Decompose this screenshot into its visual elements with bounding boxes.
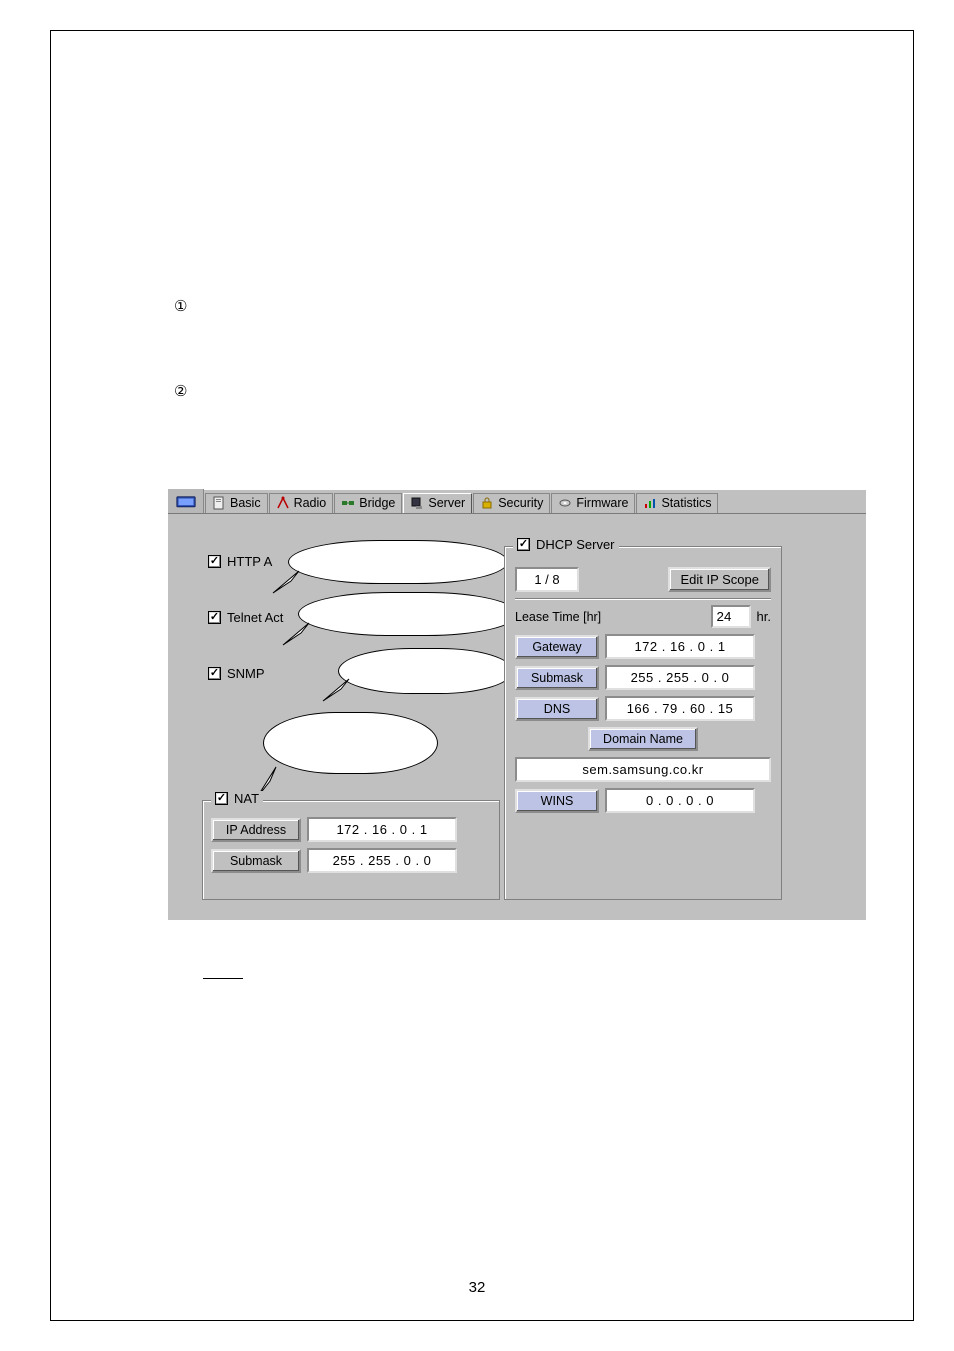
dhcp-legend-checkbox[interactable]: DHCP Server: [513, 537, 619, 552]
checkbox-icon: [215, 792, 228, 805]
dhcp-submask-button[interactable]: Submask: [515, 666, 599, 690]
tab-security[interactable]: Security: [473, 493, 550, 513]
page-number: 32: [469, 1279, 486, 1296]
nat-label: NAT: [234, 791, 259, 806]
dhcp-submask-value[interactable]: 255 . 255 . 0 . 0: [605, 665, 755, 690]
gateway-value[interactable]: 172 . 16 . 0 . 1: [605, 634, 755, 659]
tab-label: Server: [428, 496, 465, 510]
bars-icon: [643, 496, 657, 510]
nat-legend-checkbox[interactable]: NAT: [211, 791, 263, 806]
tab-server[interactable]: Server: [403, 493, 472, 513]
snmp-checkbox[interactable]: SNMP: [208, 666, 265, 681]
toolbar-app-icon[interactable]: [168, 489, 204, 513]
checkbox-icon: [208, 555, 221, 568]
marker-1: ①: [174, 297, 187, 315]
callout-nat: [263, 712, 438, 774]
tab-label: Radio: [294, 496, 327, 510]
nat-ip-value[interactable]: 172 . 16 . 0 . 1: [307, 817, 457, 842]
http-active-checkbox[interactable]: HTTP A: [208, 554, 272, 569]
checkbox-icon: [208, 667, 221, 680]
nat-submask-label-button[interactable]: Submask: [211, 849, 301, 873]
lock-icon: [480, 496, 494, 510]
antenna-icon: [276, 496, 290, 510]
gateway-button[interactable]: Gateway: [515, 635, 599, 659]
lease-time-unit: hr.: [757, 609, 771, 624]
callout-telnet: [298, 592, 518, 636]
nat-submask-value[interactable]: 255 . 255 . 0 . 0: [307, 848, 457, 873]
disk-icon: [558, 496, 572, 510]
edit-ip-scope-button[interactable]: Edit IP Scope: [668, 567, 771, 592]
dns-button[interactable]: DNS: [515, 697, 599, 721]
wins-button[interactable]: WINS: [515, 789, 599, 813]
server-icon: [410, 496, 424, 510]
tab-statistics[interactable]: Statistics: [636, 493, 718, 513]
tab-bridge[interactable]: Bridge: [334, 493, 402, 513]
tab-label: Bridge: [359, 496, 395, 510]
callout-tail-icon: [271, 567, 301, 597]
tab-label: Firmware: [576, 496, 628, 510]
callout-tail-icon: [281, 619, 311, 649]
bridge-icon: [341, 496, 355, 510]
dns-value[interactable]: 166 . 79 . 60 . 15: [605, 696, 755, 721]
callout-http: [288, 540, 508, 584]
tab-label: Security: [498, 496, 543, 510]
underline: [203, 978, 243, 979]
dhcp-scope-value: 1 / 8: [515, 567, 579, 592]
separator: [515, 598, 771, 599]
marker-2: ②: [174, 382, 187, 400]
lease-time-label: Lease Time [hr]: [515, 610, 601, 624]
callout-snmp: [338, 648, 513, 694]
doc-icon: [212, 496, 226, 510]
server-tab-content: HTTP A Telnet Act SNMP: [168, 514, 866, 920]
dhcp-label: DHCP Server: [536, 537, 615, 552]
wins-value[interactable]: 0 . 0 . 0 . 0: [605, 788, 755, 813]
tab-label: Basic: [230, 496, 261, 510]
server-tab-screenshot: Basic Radio Bridge Server Security Firmw…: [168, 490, 866, 920]
nat-ip-label-button[interactable]: IP Address: [211, 818, 301, 842]
http-label: HTTP A: [227, 554, 272, 569]
tabstrip: Basic Radio Bridge Server Security Firmw…: [168, 490, 866, 514]
tab-label: Statistics: [661, 496, 711, 510]
checkbox-icon: [517, 538, 530, 551]
telnet-active-checkbox[interactable]: Telnet Act: [208, 610, 283, 625]
domain-name-button[interactable]: Domain Name: [588, 727, 698, 751]
tab-basic[interactable]: Basic: [205, 493, 268, 513]
callout-tail-icon: [321, 675, 351, 705]
dhcp-group: DHCP Server 1 / 8 Edit IP Scope Lease Ti…: [504, 546, 782, 900]
lease-time-input[interactable]: [711, 605, 751, 628]
telnet-label: Telnet Act: [227, 610, 283, 625]
domain-name-value[interactable]: sem.samsung.co.kr: [515, 757, 771, 782]
snmp-label: SNMP: [227, 666, 265, 681]
tab-firmware[interactable]: Firmware: [551, 493, 635, 513]
nat-group: NAT IP Address 172 . 16 . 0 . 1 Submask …: [202, 800, 500, 900]
tab-radio[interactable]: Radio: [269, 493, 334, 513]
checkbox-icon: [208, 611, 221, 624]
